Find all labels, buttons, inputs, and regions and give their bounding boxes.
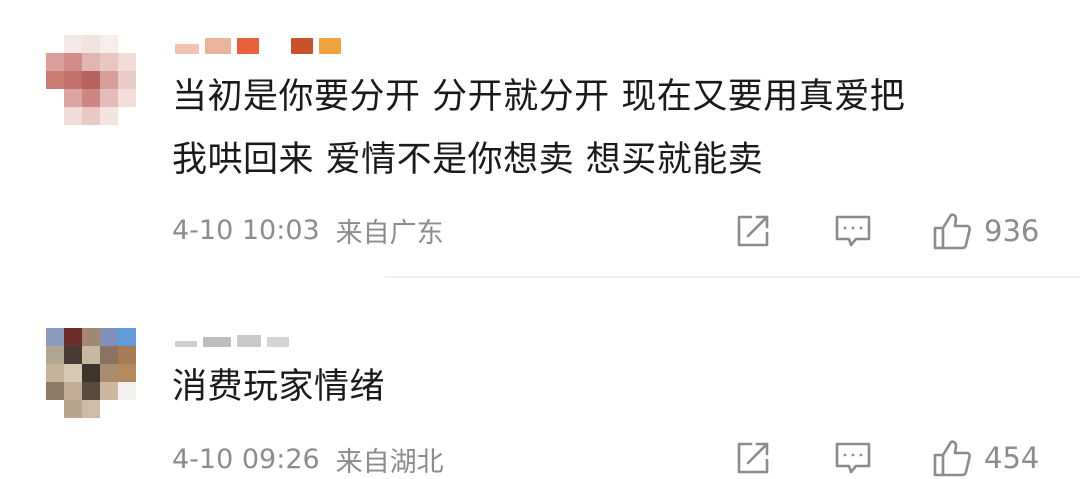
avatar[interactable] [46, 328, 136, 418]
comment-text: 消费玩家情绪 [172, 356, 1062, 419]
share-icon [737, 215, 769, 247]
comment-actions: 454 [730, 438, 1080, 478]
thumbs-up-icon [933, 440, 971, 477]
comment-text-line: 我哄回来 爱情不是你想卖 想买就能卖 [172, 140, 764, 180]
comment-item: 当初是你要分开 分开就分开 现在又要用真爱把 我哄回来 爱情不是你想卖 想买就能… [0, 0, 1080, 277]
comment-date: 4-10 09:26 [172, 444, 320, 475]
comment-meta: 4-10 10:03 来自广东 [172, 211, 444, 250]
share-button[interactable] [734, 211, 772, 251]
comment-text: 当初是你要分开 分开就分开 现在又要用真爱把 我哄回来 爱情不是你想卖 想买就能… [172, 66, 1062, 192]
reply-button[interactable] [834, 211, 872, 251]
comment-location: 来自湖北 [335, 447, 444, 478]
share-button[interactable] [734, 438, 772, 478]
like-button[interactable]: 454 [932, 438, 1039, 478]
username-blurred[interactable] [175, 32, 341, 54]
comment-icon [835, 215, 871, 247]
like-count: 454 [984, 441, 1040, 475]
comment-item: 消费玩家情绪 4-10 09:26 来自湖北 454 [0, 278, 1080, 479]
comment-location: 来自广东 [335, 218, 444, 249]
comment-meta: 4-10 09:26 来自湖北 [172, 440, 444, 479]
like-button[interactable]: 936 [932, 211, 1039, 251]
thumbs-up-icon [933, 213, 971, 250]
avatar[interactable] [46, 35, 136, 125]
reply-button[interactable] [834, 438, 872, 478]
username-blurred[interactable] [175, 325, 289, 347]
share-icon [737, 442, 769, 474]
comment-text-line: 当初是你要分开 分开就分开 现在又要用真爱把 [172, 77, 906, 117]
like-count: 936 [984, 214, 1040, 248]
comment-text-line: 消费玩家情绪 [172, 367, 386, 407]
comment-icon [835, 442, 871, 474]
comment-actions: 936 [730, 211, 1080, 251]
comment-date: 4-10 10:03 [172, 215, 320, 246]
